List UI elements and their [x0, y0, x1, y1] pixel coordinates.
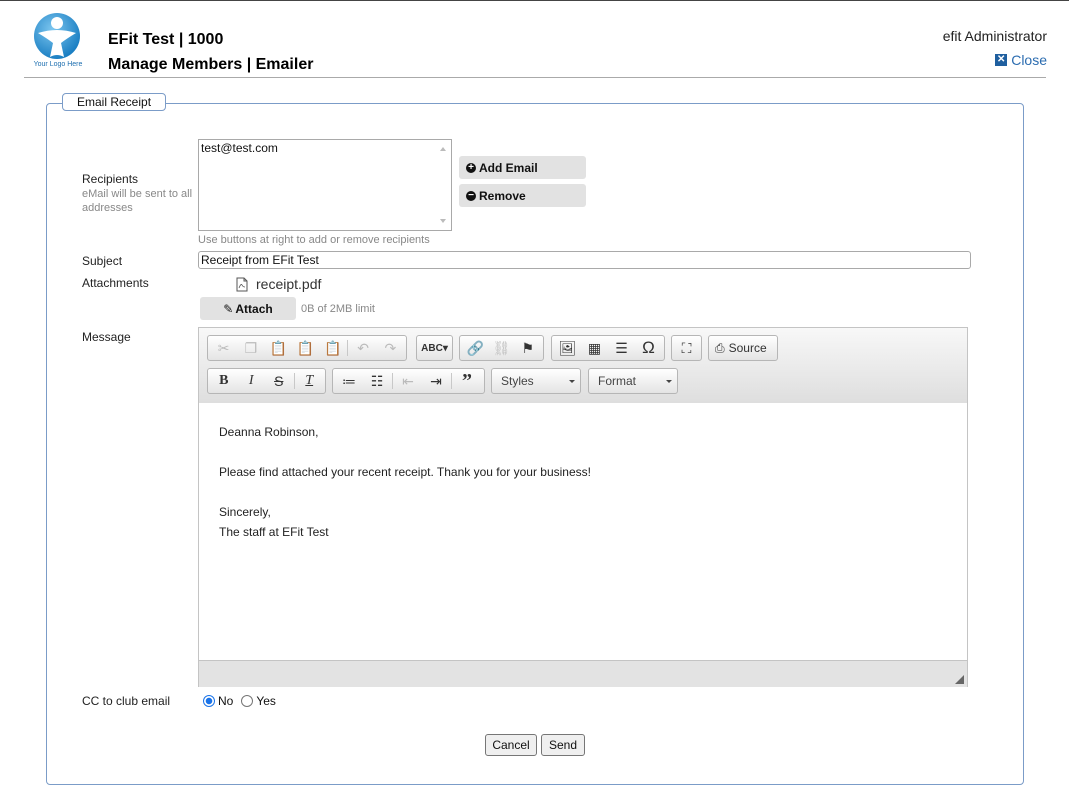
plus-circle-icon: +	[466, 162, 476, 173]
image-icon[interactable]: 🖼	[554, 337, 581, 359]
undo-icon[interactable]: ↶	[349, 337, 376, 359]
subject-label: Subject	[82, 254, 123, 268]
editor-toolbar: ✂ ❐ 📋 📋 📋 ↶ ↷ ABC▾ 🔗 ⛓ ⚑ 🖼 ▦ ☰ Ω ⛶ ⎙ Sou…	[199, 328, 967, 404]
strikethrough-icon[interactable]: S	[265, 370, 293, 392]
pdf-file-icon	[236, 277, 248, 291]
cancel-button[interactable]: Cancel	[485, 734, 537, 756]
recipients-scrollbar[interactable]	[436, 141, 450, 229]
unlink-icon[interactable]: ⛓	[488, 337, 514, 359]
recipients-hint: eMail will be sent to all addresses	[82, 188, 193, 214]
message-line: Deanna Robinson,	[219, 425, 319, 439]
remove-format-icon[interactable]: T	[295, 370, 323, 392]
format-dropdown[interactable]: Format	[588, 368, 678, 394]
attachment-file[interactable]: receipt.pdf	[236, 276, 321, 292]
blockquote-icon[interactable]: ”	[453, 370, 481, 392]
maximize-group: ⛶	[671, 335, 702, 361]
paste-word-icon[interactable]: 📋	[319, 337, 346, 359]
link-icon[interactable]: 🔗	[462, 337, 488, 359]
paste-text-icon[interactable]: 📋	[292, 337, 319, 359]
insert-group: 🖼 ▦ ☰ Ω	[551, 335, 665, 361]
scroll-down-icon[interactable]	[440, 219, 446, 223]
toolbar-separator	[392, 373, 393, 389]
user-name: efit Administrator	[942, 28, 1047, 44]
recipients-help: Use buttons at right to add or remove re…	[198, 234, 430, 246]
attachment-limit: 0B of 2MB limit	[301, 303, 375, 315]
toolbar-separator	[293, 373, 295, 389]
logo-text: Your Logo Here	[33, 61, 83, 68]
source-button[interactable]: ⎙ Source	[711, 337, 771, 359]
maximize-icon[interactable]: ⛶	[674, 337, 699, 359]
cc-radio-group: No Yes	[203, 694, 276, 708]
paragraph-group: ≔ ☷ ⇤ ⇥ ”	[332, 368, 485, 394]
outdent-icon[interactable]: ⇤	[394, 370, 422, 392]
bulleted-list-icon[interactable]: ☷	[363, 370, 391, 392]
remove-button[interactable]: − Remove	[459, 184, 586, 207]
indent-icon[interactable]: ⇥	[422, 370, 450, 392]
copy-icon[interactable]: ❐	[237, 337, 264, 359]
horizontal-line-icon[interactable]: ☰	[608, 337, 635, 359]
numbered-list-icon[interactable]: ≔	[335, 370, 363, 392]
recipient-item[interactable]: test@test.com	[201, 141, 449, 155]
recipients-label: Recipients	[82, 172, 139, 186]
editor-content[interactable]: Deanna Robinson, Please find attached yo…	[199, 403, 967, 660]
message-label: Message	[82, 330, 131, 344]
scroll-up-icon[interactable]	[440, 147, 446, 151]
styles-dropdown[interactable]: Styles	[491, 368, 581, 394]
cc-yes-radio[interactable]	[241, 695, 254, 707]
recipients-list[interactable]: test@test.com	[198, 139, 452, 231]
remove-label: Remove	[479, 188, 526, 203]
redo-icon[interactable]: ↷	[377, 337, 404, 359]
close-icon: ✕	[995, 54, 1008, 66]
page-subtitle: Manage Members | Emailer	[108, 56, 314, 73]
attachments-label: Attachments	[82, 276, 149, 290]
subject-input[interactable]: Receipt from EFit Test	[198, 251, 971, 269]
paperclip-icon: ✎	[223, 301, 234, 316]
format-label: Format	[598, 374, 637, 388]
message-line: Sincerely,	[219, 505, 271, 519]
italic-icon[interactable]: I	[238, 370, 266, 392]
close-label: Close	[1011, 52, 1047, 68]
paste-icon[interactable]: 📋	[265, 337, 292, 359]
spellcheck-group: ABC▾	[416, 335, 453, 361]
send-button[interactable]: Send	[541, 734, 585, 756]
special-char-omega-icon[interactable]: Ω	[635, 337, 662, 359]
table-icon[interactable]: ▦	[581, 337, 608, 359]
attachment-filename: receipt.pdf	[256, 276, 322, 292]
anchor-flag-icon[interactable]: ⚑	[515, 337, 541, 359]
chevron-down-icon	[666, 380, 672, 383]
attach-label: Attach	[235, 301, 273, 316]
close-button[interactable]: ✕ Close	[995, 52, 1047, 68]
header-divider	[24, 77, 1046, 78]
attach-button[interactable]: ✎ Attach	[200, 297, 296, 320]
chevron-down-icon	[569, 380, 575, 383]
resize-handle-icon[interactable]	[955, 675, 964, 684]
styles-label: Styles	[501, 374, 534, 388]
basic-styles-group: B I S T	[207, 368, 326, 394]
message-line: Please find attached your recent receipt…	[219, 465, 591, 479]
spellcheck-icon[interactable]: ABC▾	[419, 337, 450, 359]
source-group: ⎙ Source	[708, 335, 778, 361]
cc-no-radio[interactable]	[203, 695, 215, 707]
toolbar-separator	[347, 340, 349, 356]
link-group: 🔗 ⛓ ⚑	[459, 335, 544, 361]
cut-icon[interactable]: ✂	[210, 337, 237, 359]
cc-no-label: No	[218, 694, 234, 708]
add-email-label: Add Email	[479, 160, 538, 175]
page-title: EFit Test | 1000	[108, 31, 224, 48]
editor-statusbar	[199, 660, 967, 687]
panel-legend: Email Receipt	[62, 93, 167, 111]
cc-label: CC to club email	[82, 694, 171, 708]
bold-icon[interactable]: B	[210, 370, 238, 392]
clipboard-group: ✂ ❐ 📋 📋 📋 ↶ ↷	[207, 335, 407, 361]
add-email-button[interactable]: + Add Email	[459, 156, 586, 179]
source-label: Source	[728, 341, 767, 355]
message-line: The staff at EFit Test	[219, 525, 329, 539]
message-editor: ✂ ❐ 📋 📋 📋 ↶ ↷ ABC▾ 🔗 ⛓ ⚑ 🖼 ▦ ☰ Ω ⛶ ⎙ Sou…	[198, 327, 968, 687]
toolbar-separator	[451, 373, 452, 389]
minus-circle-icon: −	[466, 190, 476, 201]
cc-yes-label: Yes	[256, 694, 276, 708]
source-icon: ⎙	[715, 340, 725, 355]
